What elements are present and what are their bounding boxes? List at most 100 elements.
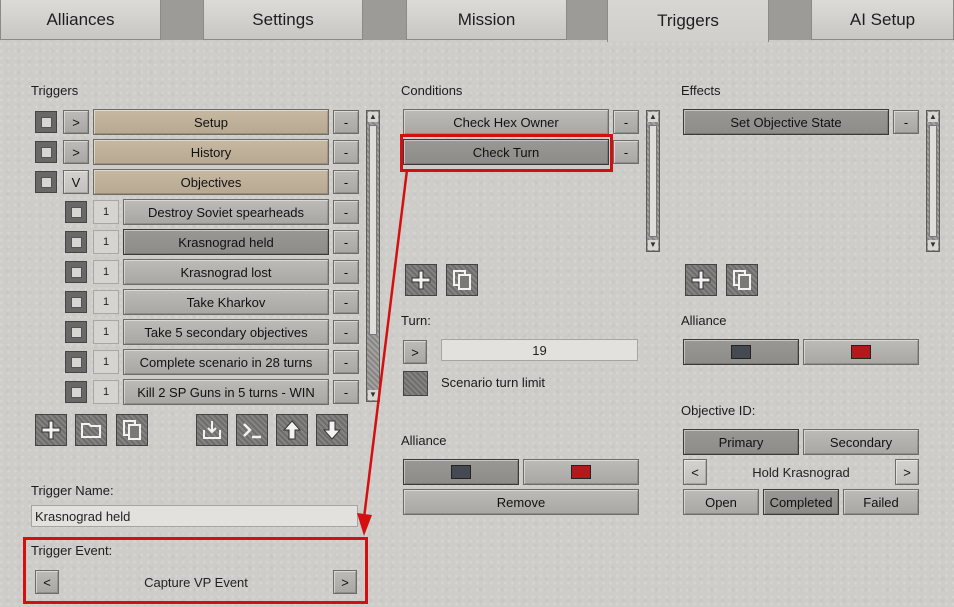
primary-button[interactable]: Primary — [683, 429, 799, 455]
scroll-thumb[interactable] — [929, 125, 937, 237]
trigger-item[interactable]: Destroy Soviet spearheads — [123, 199, 329, 225]
tab-alliances[interactable]: Alliances — [0, 0, 161, 40]
annotation-arrow — [357, 169, 409, 536]
effect-alliance-enemy-button[interactable] — [803, 339, 919, 365]
script-button[interactable] — [236, 414, 268, 446]
objective-prev-button[interactable]: < — [683, 459, 707, 485]
highlight-box — [400, 134, 613, 172]
enemy-swatch — [851, 345, 871, 359]
trigger-item-selected[interactable]: Krasnograd held — [123, 229, 329, 255]
add-folder-button[interactable] — [75, 414, 107, 446]
trigger-count: 1 — [93, 290, 119, 314]
allied-swatch — [731, 345, 751, 359]
effects-scrollbar[interactable]: ▲ ▼ — [926, 110, 940, 252]
tab-mission[interactable]: Mission — [406, 0, 567, 40]
trigger-checkbox[interactable] — [65, 231, 87, 253]
trigger-count: 1 — [93, 380, 119, 404]
remove-button[interactable]: - — [333, 140, 359, 164]
remove-button[interactable]: - — [333, 110, 359, 134]
copy-condition-button[interactable] — [446, 264, 478, 296]
add-trigger-button[interactable] — [35, 414, 67, 446]
scroll-down-icon[interactable]: ▼ — [928, 240, 938, 250]
alliance-allied-button[interactable] — [403, 459, 519, 485]
scroll-up-icon[interactable]: ▲ — [928, 112, 938, 122]
effects-heading: Effects — [681, 83, 721, 98]
highlight-box — [23, 537, 368, 604]
trigger-checkbox[interactable] — [65, 201, 87, 223]
trigger-count: 1 — [93, 320, 119, 344]
condition-item[interactable]: Check Hex Owner — [403, 109, 609, 135]
arrow-up-icon — [282, 420, 302, 440]
scroll-up-icon[interactable]: ▲ — [648, 112, 658, 122]
remove-button[interactable]: - — [613, 110, 639, 134]
scroll-up-icon[interactable]: ▲ — [368, 112, 378, 122]
objective-name: Hold Krasnograd — [752, 464, 850, 480]
trigger-item[interactable]: Take Kharkov — [123, 289, 329, 315]
copy-icon — [733, 270, 751, 290]
arrow-down-icon — [322, 420, 342, 440]
trigger-name-input[interactable]: Krasnograd held — [31, 505, 358, 527]
trigger-count: 1 — [93, 230, 119, 254]
group-checkbox[interactable] — [35, 141, 57, 163]
turn-input[interactable]: 19 — [441, 339, 638, 361]
effect-alliance-label: Alliance — [681, 313, 727, 328]
move-down-button[interactable] — [316, 414, 348, 446]
folder-icon — [81, 423, 101, 438]
trigger-checkbox[interactable] — [65, 321, 87, 343]
triggers-heading: Triggers — [31, 83, 79, 98]
group-checkbox[interactable] — [35, 171, 57, 193]
add-icon — [691, 270, 711, 290]
remove-condition-button[interactable]: Remove — [403, 489, 639, 515]
copy-effect-button[interactable] — [726, 264, 758, 296]
trigger-checkbox[interactable] — [65, 291, 87, 313]
remove-button[interactable]: - — [893, 110, 919, 134]
tab-triggers[interactable]: Triggers — [607, 0, 769, 42]
expand-button[interactable]: > — [63, 110, 89, 134]
conditions-scrollbar[interactable]: ▲ ▼ — [646, 110, 660, 252]
tab-ai-setup[interactable]: AI Setup — [811, 0, 954, 40]
secondary-button[interactable]: Secondary — [803, 429, 919, 455]
trigger-item[interactable]: Kill 2 SP Guns in 5 turns - WIN — [123, 379, 329, 405]
trigger-group-objectives[interactable]: Objectives — [93, 169, 329, 195]
trigger-group-setup[interactable]: Setup — [93, 109, 329, 135]
copy-icon — [123, 420, 141, 440]
tab-settings[interactable]: Settings — [203, 0, 363, 40]
remove-button[interactable]: - — [613, 140, 639, 164]
trigger-checkbox[interactable] — [65, 261, 87, 283]
objective-next-button[interactable]: > — [895, 459, 919, 485]
scroll-thumb[interactable] — [649, 125, 657, 237]
trigger-count: 1 — [93, 260, 119, 284]
copy-trigger-button[interactable] — [116, 414, 148, 446]
script-icon — [243, 423, 261, 439]
scroll-down-icon[interactable]: ▼ — [648, 240, 658, 250]
trigger-name-label: Trigger Name: — [31, 483, 114, 498]
copy-icon — [453, 270, 471, 290]
trigger-item[interactable]: Complete scenario in 28 turns — [123, 349, 329, 375]
enemy-swatch — [571, 465, 591, 479]
effect-alliance-allied-button[interactable] — [683, 339, 799, 365]
turn-limit-label: Scenario turn limit — [441, 375, 546, 390]
trigger-count: 1 — [93, 200, 119, 224]
state-failed-button[interactable]: Failed — [843, 489, 919, 515]
group-checkbox[interactable] — [35, 111, 57, 133]
conditions-heading: Conditions — [401, 83, 463, 98]
trigger-group-history[interactable]: History — [93, 139, 329, 165]
state-open-button[interactable]: Open — [683, 489, 759, 515]
effect-item-selected[interactable]: Set Objective State — [683, 109, 889, 135]
state-completed-button[interactable]: Completed — [763, 489, 839, 515]
alliance-enemy-button[interactable] — [523, 459, 639, 485]
objective-id-label: Objective ID: — [681, 403, 756, 418]
move-up-button[interactable] — [276, 414, 308, 446]
allied-swatch — [451, 465, 471, 479]
import-icon — [203, 421, 221, 439]
add-effect-button[interactable] — [685, 264, 717, 296]
expand-button[interactable]: > — [63, 140, 89, 164]
tab-strip: Alliances Settings Mission Triggers AI S… — [0, 0, 954, 42]
trigger-checkbox[interactable] — [65, 351, 87, 373]
trigger-checkbox[interactable] — [65, 381, 87, 403]
trigger-item[interactable]: Krasnograd lost — [123, 259, 329, 285]
trigger-count: 1 — [93, 350, 119, 374]
import-button[interactable] — [196, 414, 228, 446]
collapse-button[interactable]: V — [63, 170, 89, 194]
trigger-item[interactable]: Take 5 secondary objectives — [123, 319, 329, 345]
